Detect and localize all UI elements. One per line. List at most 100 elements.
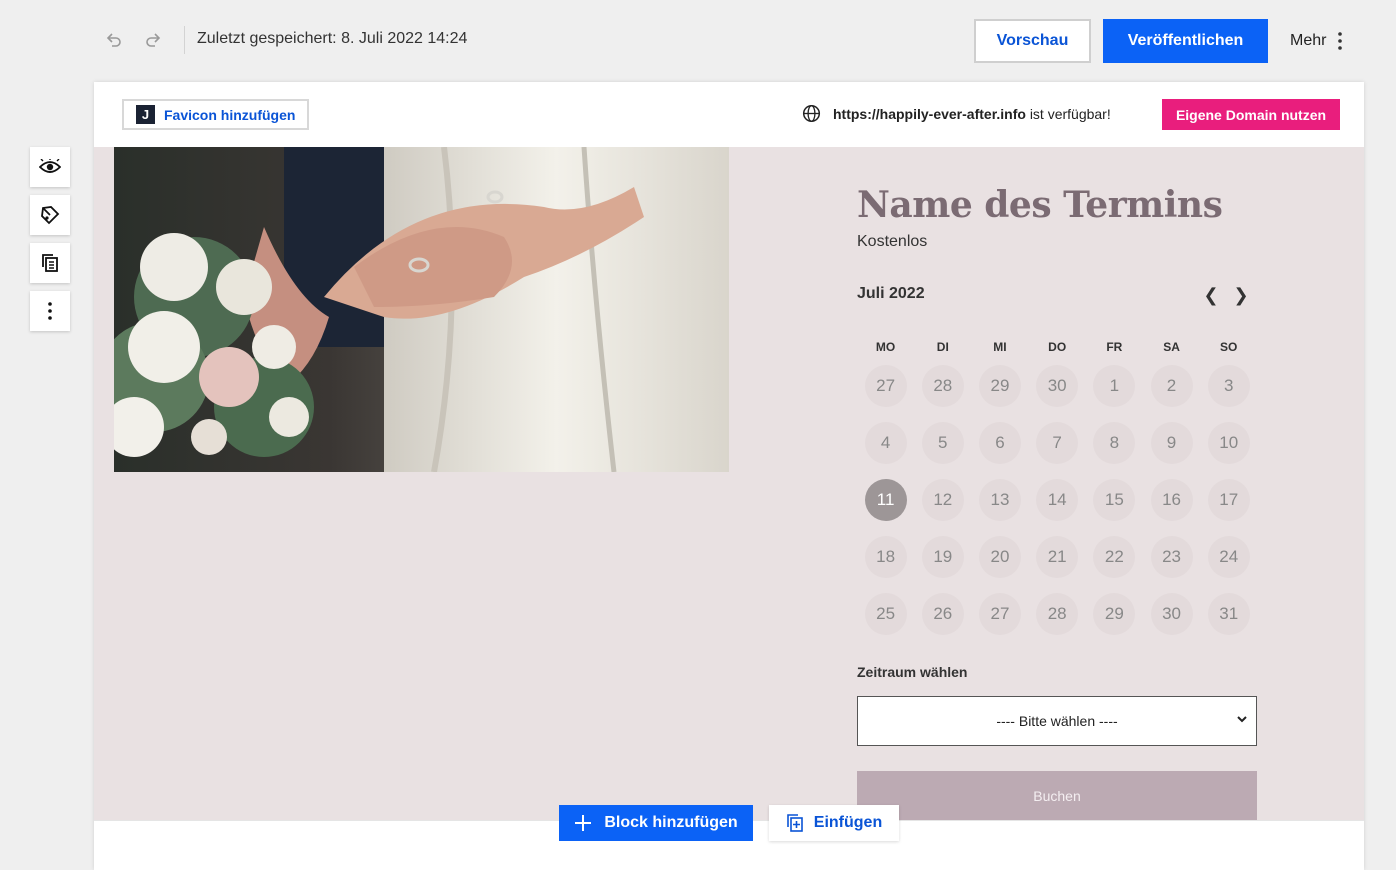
calendar-day[interactable]: 13 xyxy=(971,471,1028,528)
copy-icon xyxy=(42,254,58,272)
custom-domain-button[interactable]: Eigene Domain nutzen xyxy=(1162,99,1340,130)
top-toolbar: Zuletzt gespeichert: 8. Juli 2022 14:24 … xyxy=(0,0,1396,82)
calendar-day-number: 4 xyxy=(864,421,907,464)
calendar-day[interactable]: 8 xyxy=(1086,414,1143,471)
weekday-label: MO xyxy=(875,340,896,354)
calendar-day[interactable]: 29 xyxy=(1086,586,1143,643)
add-favicon-button[interactable]: J Favicon hinzufügen xyxy=(122,99,309,130)
plus-icon xyxy=(575,815,592,831)
paste-label: Einfügen xyxy=(813,814,883,831)
calendar-day-number: 22 xyxy=(1093,536,1136,579)
calendar-day-number: 30 xyxy=(1036,364,1079,407)
calendar-day-number: 15 xyxy=(1093,478,1136,521)
design-button[interactable] xyxy=(30,195,70,235)
calendar-day[interactable]: 3 xyxy=(1200,357,1257,414)
calendar-day-number: 23 xyxy=(1150,536,1193,579)
calendar-day[interactable]: 31 xyxy=(1200,586,1257,643)
calendar-day-number: 21 xyxy=(1036,536,1079,579)
calendar-day-number: 25 xyxy=(864,593,907,636)
undo-icon[interactable] xyxy=(102,28,126,52)
redo-icon[interactable] xyxy=(141,28,165,52)
book-button[interactable]: Buchen xyxy=(857,771,1257,820)
duplicate-button[interactable] xyxy=(30,243,70,283)
calendar-day-number: 2 xyxy=(1150,364,1193,407)
calendar-day-number: 9 xyxy=(1150,421,1193,464)
calendar-day[interactable]: 12 xyxy=(914,471,971,528)
weekday-label: MI xyxy=(993,340,1007,354)
weekday-label: DO xyxy=(1048,340,1067,354)
calendar-day[interactable]: 5 xyxy=(914,414,971,471)
calendar-day-number: 17 xyxy=(1207,478,1250,521)
publish-button[interactable]: Veröffentlichen xyxy=(1103,19,1268,63)
calendar-day-number: 27 xyxy=(978,593,1021,636)
calendar-prev-button[interactable]: ❮ xyxy=(1203,285,1219,306)
calendar-day[interactable]: 20 xyxy=(971,529,1028,586)
calendar-day-number: 28 xyxy=(921,364,964,407)
calendar-day[interactable]: 29 xyxy=(971,357,1028,414)
site-header: J Favicon hinzufügen https://happily-eve… xyxy=(94,82,1364,147)
calendar-month: Juli 2022 xyxy=(857,285,925,302)
more-menu-button[interactable]: Mehr xyxy=(1290,28,1343,54)
calendar-day[interactable]: 26 xyxy=(914,586,971,643)
calendar-day-number: 19 xyxy=(921,536,964,579)
calendar-day[interactable]: 25 xyxy=(857,586,914,643)
calendar-next-button[interactable]: ❯ xyxy=(1233,285,1249,306)
calendar-day-number: 12 xyxy=(921,478,964,521)
domain-status: ist verfügbar! xyxy=(1029,105,1111,122)
favicon-logo-icon: J xyxy=(136,105,155,124)
calendar-day[interactable]: 22 xyxy=(1086,529,1143,586)
calendar-day-number: 5 xyxy=(921,421,964,464)
time-slot-select[interactable]: ---- Bitte wählen ---- xyxy=(857,696,1257,746)
calendar-day[interactable]: 1 xyxy=(1086,357,1143,414)
calendar-day[interactable]: 10 xyxy=(1200,414,1257,471)
preview-button[interactable]: Vorschau xyxy=(974,19,1091,63)
time-slot-label: Zeitraum wählen xyxy=(857,664,968,680)
weekday-label: SA xyxy=(1163,340,1180,354)
calendar-day[interactable]: 7 xyxy=(1029,414,1086,471)
calendar-day-number: 10 xyxy=(1207,421,1250,464)
add-block-button[interactable]: Block hinzufügen xyxy=(559,805,753,841)
calendar-day-number: 24 xyxy=(1207,536,1250,579)
toolbar-divider xyxy=(184,26,185,54)
paste-button[interactable]: Einfügen xyxy=(769,805,899,841)
calendar-day[interactable]: 24 xyxy=(1200,529,1257,586)
calendar-day[interactable]: 17 xyxy=(1200,471,1257,528)
calendar-day-number: 14 xyxy=(1036,478,1079,521)
calendar-day[interactable]: 19 xyxy=(914,529,971,586)
calendar-day[interactable]: 28 xyxy=(914,357,971,414)
section-tool-rail xyxy=(30,147,70,339)
calendar-day[interactable]: 9 xyxy=(1143,414,1200,471)
calendar-day[interactable]: 27 xyxy=(971,586,1028,643)
calendar-day-number: 29 xyxy=(978,364,1021,407)
calendar-day[interactable]: 30 xyxy=(1143,586,1200,643)
calendar-day[interactable]: 18 xyxy=(857,529,914,586)
calendar-day[interactable]: 27 xyxy=(857,357,914,414)
domain-availability: https://happily-ever-after.info ist verf… xyxy=(802,104,1111,123)
calendar-day-number: 11 xyxy=(864,478,907,521)
paint-icon xyxy=(41,206,60,225)
event-price: Kostenlos xyxy=(857,233,928,250)
calendar-day[interactable]: 16 xyxy=(1143,471,1200,528)
booking-section[interactable]: Name des Termins Kostenlos Juli 2022 ❮ ❯… xyxy=(94,147,1364,820)
calendar-day-number: 6 xyxy=(978,421,1021,464)
page-canvas: J Favicon hinzufügen https://happily-eve… xyxy=(94,82,1364,870)
calendar-day[interactable]: 2 xyxy=(1143,357,1200,414)
section-more-button[interactable] xyxy=(30,291,70,331)
calendar-day[interactable]: 14 xyxy=(1029,471,1086,528)
add-block-label: Block hinzufügen xyxy=(604,814,738,831)
calendar-day[interactable]: 6 xyxy=(971,414,1028,471)
calendar-day[interactable]: 28 xyxy=(1029,586,1086,643)
calendar-day[interactable]: 11 xyxy=(857,471,914,528)
calendar-day[interactable]: 21 xyxy=(1029,529,1086,586)
visibility-button[interactable] xyxy=(30,147,70,187)
calendar-day[interactable]: 15 xyxy=(1086,471,1143,528)
calendar-day-number: 20 xyxy=(978,536,1021,579)
calendar-day[interactable]: 4 xyxy=(857,414,914,471)
calendar-day-number: 8 xyxy=(1093,421,1136,464)
calendar-day[interactable]: 23 xyxy=(1143,529,1200,586)
calendar-day[interactable]: 30 xyxy=(1029,357,1086,414)
domain-url: https://happily-ever-after.info xyxy=(833,105,1026,122)
last-saved-status: Zuletzt gespeichert: 8. Juli 2022 14:24 xyxy=(197,30,468,47)
wedding-photo[interactable] xyxy=(114,147,729,472)
calendar-day-number: 13 xyxy=(978,478,1021,521)
